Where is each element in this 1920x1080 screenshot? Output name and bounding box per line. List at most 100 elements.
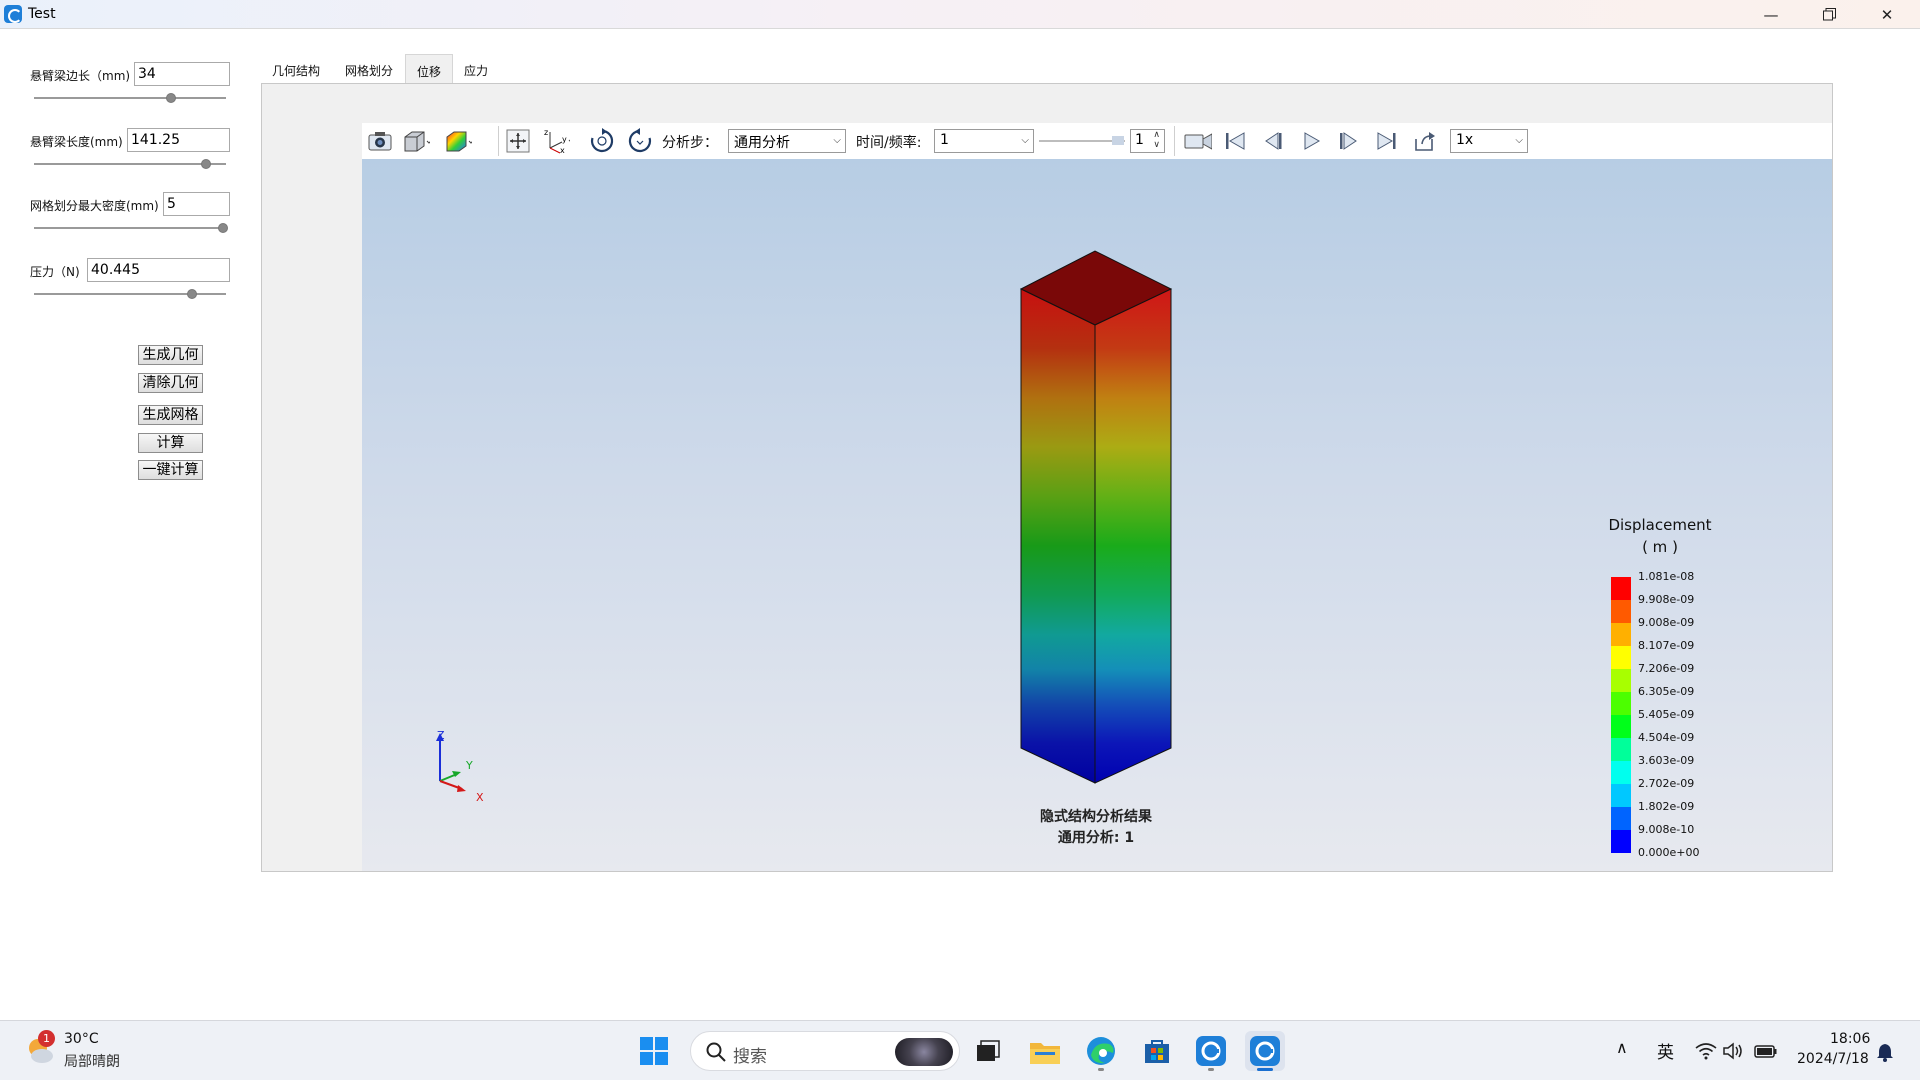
cube-view-icon[interactable] xyxy=(402,127,430,155)
first-frame-icon[interactable] xyxy=(1221,127,1249,155)
generate-mesh-button[interactable]: 生成网格 xyxy=(138,405,203,425)
rotate-ccw-icon[interactable] xyxy=(626,127,654,155)
next-frame-icon[interactable] xyxy=(1335,127,1363,155)
title-bar: Test — ✕ xyxy=(0,0,1920,29)
file-explorer-button[interactable] xyxy=(1025,1031,1065,1071)
one-click-compute-button[interactable]: 一键计算 xyxy=(138,460,203,480)
edge-browser-button[interactable] xyxy=(1081,1031,1121,1071)
mesh-density-input[interactable] xyxy=(163,192,230,216)
svg-text:z: z xyxy=(544,128,548,137)
axis-triad-icon[interactable]: z yx xyxy=(542,127,570,155)
param-label-length: 悬臂梁长度(mm) xyxy=(30,135,123,149)
close-button[interactable]: ✕ xyxy=(1858,0,1916,29)
edge-icon xyxy=(1087,1037,1115,1065)
mesh-density-slider-thumb[interactable] xyxy=(218,223,228,233)
notification-bell-icon[interactable] xyxy=(1876,1042,1894,1062)
legend-tick-label: 0.000e+00 xyxy=(1638,846,1700,859)
legend-swatch xyxy=(1611,830,1631,853)
edge-length-slider-track[interactable] xyxy=(34,97,226,99)
spin-down-icon[interactable]: ∨ xyxy=(1153,140,1160,150)
spin-up-icon[interactable]: ∧ xyxy=(1153,130,1160,140)
export-icon[interactable] xyxy=(1411,127,1439,155)
legend-tick-label: 9.908e-09 xyxy=(1638,593,1695,606)
taskbar-search[interactable]: 搜索 xyxy=(690,1031,960,1071)
chevron-down-icon: ⌵ xyxy=(1021,135,1029,146)
folder-icon xyxy=(1030,1043,1060,1064)
analysis-step-value: 通用分析 xyxy=(734,135,790,151)
svg-text:y: y xyxy=(562,135,567,144)
legend-tick-label: 5.405e-09 xyxy=(1638,708,1695,721)
beam-length-slider-thumb[interactable] xyxy=(201,159,211,169)
playback-speed-select[interactable]: 1x ⌵ xyxy=(1450,129,1528,153)
legend-swatch xyxy=(1611,761,1631,784)
window-title: Test xyxy=(28,6,56,22)
axis-y-label: Y xyxy=(466,759,473,772)
legend-tick-label: 1.802e-09 xyxy=(1638,800,1695,813)
battery-icon[interactable] xyxy=(1754,1043,1778,1059)
axis-z-label: Z xyxy=(437,729,445,742)
frame-spinbox[interactable]: 1 ∧ ∨ xyxy=(1130,129,1165,153)
weather-widget[interactable]: 1 xyxy=(24,1030,55,1064)
minimize-button[interactable]: — xyxy=(1742,0,1800,29)
param-label-edge: 悬臂梁边长（mm) xyxy=(30,69,131,83)
result-caption-title: 隐式结构分析结果 xyxy=(1040,809,1152,825)
legend-tick-label: 9.008e-10 xyxy=(1638,823,1695,836)
volume-icon[interactable] xyxy=(1722,1042,1744,1060)
tab-mesh[interactable]: 网格划分 xyxy=(334,54,404,84)
analysis-step-select[interactable]: 通用分析 ⌵ xyxy=(728,129,846,153)
clock-time[interactable]: 18:06 xyxy=(1830,1031,1870,1047)
store-icon xyxy=(1145,1040,1169,1063)
playback-speed-value: 1x xyxy=(1456,132,1474,148)
generate-geometry-button[interactable]: 生成几何 xyxy=(138,345,203,365)
time-frequency-select[interactable]: 1 ⌵ xyxy=(934,129,1034,153)
legend-swatch xyxy=(1611,577,1631,600)
ime-indicator[interactable]: 英 xyxy=(1657,1038,1674,1063)
search-highlight-image xyxy=(895,1038,953,1066)
legend-tick-label: 7.206e-09 xyxy=(1638,662,1695,675)
legend-swatch xyxy=(1611,784,1631,807)
3d-viewport[interactable]: Z Y X 隐式结构分析结果 通用分析: 1 Displacement ( m … xyxy=(362,159,1832,871)
frame-spinbox-value: 1 xyxy=(1135,132,1144,148)
svg-text:x: x xyxy=(560,146,565,154)
windows-icon xyxy=(640,1037,668,1065)
tab-stress[interactable]: 应力 xyxy=(453,54,499,84)
rotate-cw-icon[interactable] xyxy=(588,127,616,155)
previous-frame-icon[interactable] xyxy=(1259,127,1287,155)
task-view-button[interactable] xyxy=(968,1031,1008,1071)
force-input[interactable] xyxy=(87,258,230,282)
color-map-icon[interactable] xyxy=(444,127,472,155)
show-hidden-icons-button[interactable]: ∧ xyxy=(1616,1038,1628,1057)
frame-slider-thumb[interactable] xyxy=(1112,136,1124,145)
tab-geometry[interactable]: 几何结构 xyxy=(261,54,331,84)
active-indicator xyxy=(1257,1068,1273,1071)
force-slider-track[interactable] xyxy=(34,293,226,295)
beam-length-slider-track[interactable] xyxy=(34,163,226,165)
clear-geometry-button[interactable]: 清除几何 xyxy=(138,373,203,393)
time-frequency-label: 时间/频率: xyxy=(856,135,922,151)
force-slider-thumb[interactable] xyxy=(187,289,197,299)
start-button[interactable] xyxy=(634,1031,674,1071)
store-button[interactable] xyxy=(1137,1031,1177,1071)
toolbar-separator xyxy=(498,126,499,156)
record-video-icon[interactable] xyxy=(1184,127,1212,155)
fit-view-icon[interactable] xyxy=(504,127,532,155)
test-app-active-button[interactable] xyxy=(1245,1031,1285,1071)
play-icon[interactable] xyxy=(1297,127,1325,155)
compute-button[interactable]: 计算 xyxy=(138,433,203,453)
legend-swatch xyxy=(1611,600,1631,623)
edge-length-input[interactable] xyxy=(134,62,230,86)
last-frame-icon[interactable] xyxy=(1373,127,1401,155)
tab-displacement[interactable]: 位移 xyxy=(405,54,454,84)
clock-date[interactable]: 2024/7/18 xyxy=(1797,1051,1869,1067)
test-app-button[interactable] xyxy=(1191,1031,1231,1071)
beam-length-input[interactable] xyxy=(127,128,230,152)
mesh-density-slider-track[interactable] xyxy=(34,227,226,229)
taskbar: 1 30°C 局部晴朗 搜索 ∧ 英 18:06 2024/7/18 xyxy=(0,1020,1920,1080)
edge-length-slider-thumb[interactable] xyxy=(166,93,176,103)
view-toolbar: zyx 分析步： 通用分析 ⌵ 时间/频率: 1 ⌵ 1 ∧ ∨ 1x ⌵ xyxy=(362,123,1832,159)
camera-icon[interactable] xyxy=(366,127,394,155)
time-frequency-value: 1 xyxy=(940,132,949,148)
toolbar-separator xyxy=(1174,126,1175,156)
wifi-icon[interactable] xyxy=(1695,1042,1717,1060)
maximize-button[interactable] xyxy=(1800,0,1858,29)
